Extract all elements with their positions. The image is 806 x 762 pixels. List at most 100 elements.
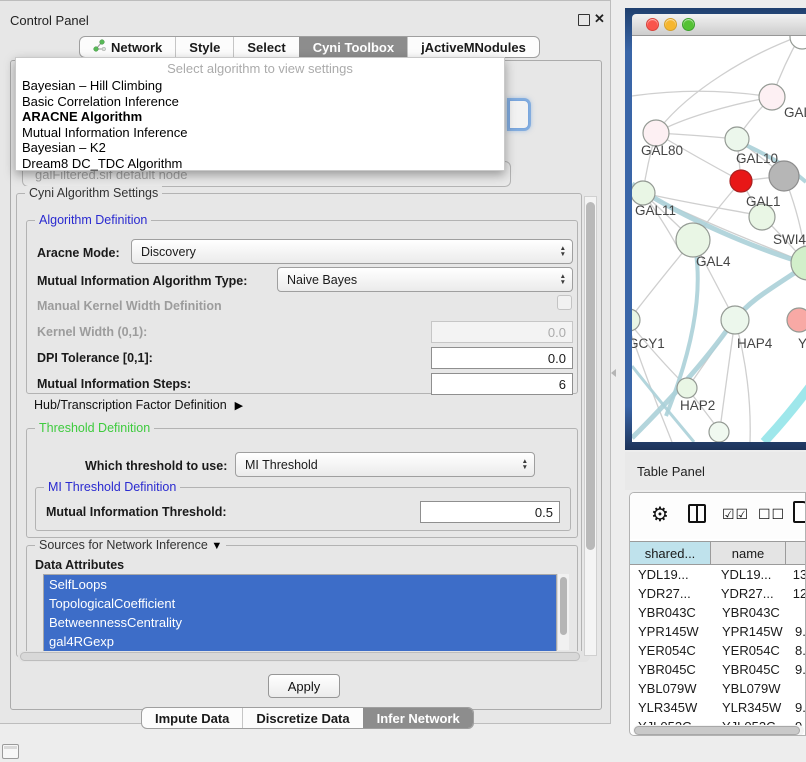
aracne-mode-combo[interactable]: Discovery ▲▼ bbox=[131, 239, 573, 264]
network-node[interactable] bbox=[709, 422, 729, 442]
mi-type-combo[interactable]: Naive Bayes ▲▼ bbox=[277, 267, 573, 292]
network-node-label: GAL1 bbox=[746, 194, 781, 209]
threshold-definition-title: Threshold Definition bbox=[35, 421, 154, 435]
network-node-gcy1[interactable] bbox=[632, 309, 640, 331]
data-attributes-label: Data Attributes bbox=[35, 558, 124, 572]
tab-select[interactable]: Select bbox=[233, 37, 298, 57]
network-node-label: GAL80 bbox=[641, 143, 683, 158]
settings-vertical-scrollbar[interactable] bbox=[584, 196, 597, 656]
tab-cyni-toolbox[interactable]: Cyni Toolbox bbox=[299, 37, 407, 57]
close-traffic-light-icon[interactable] bbox=[646, 18, 659, 31]
stepper-icon: ▲▼ bbox=[516, 459, 534, 470]
attribute-item[interactable]: BetweennessCentrality bbox=[44, 613, 556, 632]
tab-jactivemnodules[interactable]: jActiveMNodules bbox=[407, 37, 539, 57]
table-cell: YLR345W bbox=[715, 698, 790, 717]
table-row[interactable]: YBR043CYBR043C bbox=[630, 603, 806, 622]
tab-impute-data[interactable]: Impute Data bbox=[142, 708, 242, 728]
table-row[interactable]: YBL079WYBL079W bbox=[630, 679, 806, 698]
gear-icon[interactable]: ⚙ bbox=[651, 502, 669, 527]
network-node-hap4[interactable] bbox=[721, 306, 749, 334]
column-header-shared[interactable]: shared... bbox=[630, 542, 711, 564]
network-node-gal[interactable] bbox=[759, 84, 785, 110]
network-node[interactable] bbox=[790, 36, 806, 49]
network-node-y[interactable] bbox=[787, 308, 806, 332]
network-node-label: GAL bbox=[784, 105, 806, 120]
table-row[interactable]: YBR045CYBR045C9. bbox=[630, 660, 806, 679]
table-row[interactable]: YER054CYER054C8. bbox=[630, 641, 806, 660]
data-attributes-list[interactable]: SelfLoopsTopologicalCoefficientBetweenne… bbox=[43, 574, 557, 652]
network-canvas[interactable]: GALGAL80GAL10GAL1SWI4GAL11GAL4GCY1HAP4YH… bbox=[632, 36, 806, 442]
algorithm-option[interactable]: ARACNE Algorithm bbox=[16, 109, 504, 125]
algorithm-option[interactable]: Dream8 DC_TDC Algorithm bbox=[16, 156, 504, 172]
tab-infer-network[interactable]: Infer Network bbox=[363, 708, 473, 728]
table-header-row: shared...name bbox=[630, 541, 806, 565]
tab-discretize-data[interactable]: Discretize Data bbox=[242, 708, 362, 728]
minimized-panel-icon[interactable] bbox=[2, 744, 19, 759]
network-node-hap2[interactable] bbox=[677, 378, 697, 398]
cyni-bottom-tabbar: Impute DataDiscretize Data Infer Network bbox=[141, 707, 474, 729]
mi-steps-input[interactable]: 6 bbox=[431, 373, 573, 395]
apply-button[interactable]: Apply bbox=[268, 674, 340, 698]
document-icon[interactable] bbox=[793, 501, 806, 523]
table-row[interactable]: YPR145WYPR145W9. bbox=[630, 622, 806, 641]
unchecked-boxes-icon[interactable]: ☐☐ bbox=[758, 506, 785, 523]
network-window-titlebar[interactable] bbox=[632, 14, 806, 36]
table-cell: YDR27... bbox=[714, 584, 788, 603]
table-horizontal-scrollbar[interactable] bbox=[633, 725, 804, 736]
mi-threshold-input[interactable]: 0.5 bbox=[420, 501, 560, 523]
table-row[interactable]: YDL19...YDL19...13 bbox=[630, 565, 806, 584]
table-cell: YDR27... bbox=[630, 584, 714, 603]
splitter-handle-icon[interactable] bbox=[611, 369, 616, 377]
attribute-item[interactable]: TopologicalCoefficient bbox=[44, 594, 556, 613]
network-node-label: HAP4 bbox=[737, 336, 773, 351]
manual-kernel-checkbox[interactable] bbox=[557, 295, 572, 310]
close-icon[interactable]: ✕ bbox=[594, 11, 605, 27]
table-cell: YPR145W bbox=[630, 622, 715, 641]
table-toolbar: ⚙ ☑☑ ☐☐ bbox=[630, 493, 806, 539]
zoom-traffic-light-icon[interactable] bbox=[682, 18, 695, 31]
attribute-item[interactable]: gal4RGexp bbox=[44, 632, 556, 651]
which-threshold-label: Which threshold to use: bbox=[85, 459, 227, 473]
kernel-width-label: Kernel Width (0,1): bbox=[37, 325, 147, 339]
dpi-tolerance-input[interactable]: 0.0 bbox=[431, 347, 573, 369]
inference-algorithm-combo-edge[interactable] bbox=[509, 100, 529, 129]
attributes-list-scrollbar[interactable] bbox=[557, 574, 569, 650]
algorithm-option[interactable]: Mutual Information Inference bbox=[16, 125, 504, 141]
hub-definition-expander[interactable]: Hub/Transcription Factor Definition ▶ bbox=[34, 398, 243, 412]
table-row[interactable]: YLR345WYLR345W9. bbox=[630, 698, 806, 717]
threshold-definition-group: Threshold Definition Which threshold to … bbox=[26, 428, 578, 538]
collapse-down-icon[interactable]: ▼ bbox=[211, 540, 222, 552]
sources-group: Sources for Network Inference ▼ Data Att… bbox=[26, 545, 578, 655]
mi-type-value: Naive Bayes bbox=[287, 273, 357, 287]
algorithm-option[interactable]: Basic Correlation Inference bbox=[16, 94, 504, 110]
sources-title: Sources for Network Inference ▼ bbox=[35, 538, 226, 552]
table-row[interactable]: YDR27...YDR27...12 bbox=[630, 584, 806, 603]
column-header-name[interactable]: name bbox=[711, 542, 786, 564]
table-cell: 9. bbox=[790, 660, 806, 679]
column-header-cut[interactable] bbox=[786, 542, 806, 564]
algorithm-popup: Select algorithm to view settings Bayesi… bbox=[15, 57, 505, 171]
table-cell: 12 bbox=[788, 584, 806, 603]
tab-label: Infer Network bbox=[377, 711, 460, 726]
network-node-gal4[interactable] bbox=[676, 223, 710, 257]
table-cell: 9. bbox=[790, 622, 806, 641]
float-window-icon[interactable] bbox=[578, 14, 590, 26]
tab-network[interactable]: Network bbox=[80, 37, 175, 57]
minimize-traffic-light-icon[interactable] bbox=[664, 18, 677, 31]
attribute-item[interactable]: SelfLoops bbox=[44, 575, 556, 594]
tab-style[interactable]: Style bbox=[175, 37, 233, 57]
network-node[interactable] bbox=[730, 170, 752, 192]
settings-horizontal-scrollbar[interactable] bbox=[18, 651, 590, 662]
table-cell: YPR145W bbox=[715, 622, 790, 641]
network-node-gal10[interactable] bbox=[725, 127, 749, 151]
network-node-gal11[interactable] bbox=[632, 181, 655, 205]
mi-type-label: Mutual Information Algorithm Type: bbox=[37, 274, 247, 288]
algorithm-option[interactable]: Bayesian – K2 bbox=[16, 140, 504, 156]
algorithm-option[interactable]: Bayesian – Hill Climbing bbox=[16, 78, 504, 94]
network-node-label: Y bbox=[798, 336, 806, 351]
kernel-width-input[interactable]: 0.0 bbox=[431, 321, 573, 343]
checked-boxes-icon[interactable]: ☑☑ bbox=[722, 506, 749, 523]
which-threshold-combo[interactable]: MI Threshold ▲▼ bbox=[235, 452, 535, 477]
split-columns-icon[interactable] bbox=[688, 504, 706, 523]
expand-right-icon: ▶ bbox=[235, 399, 243, 412]
